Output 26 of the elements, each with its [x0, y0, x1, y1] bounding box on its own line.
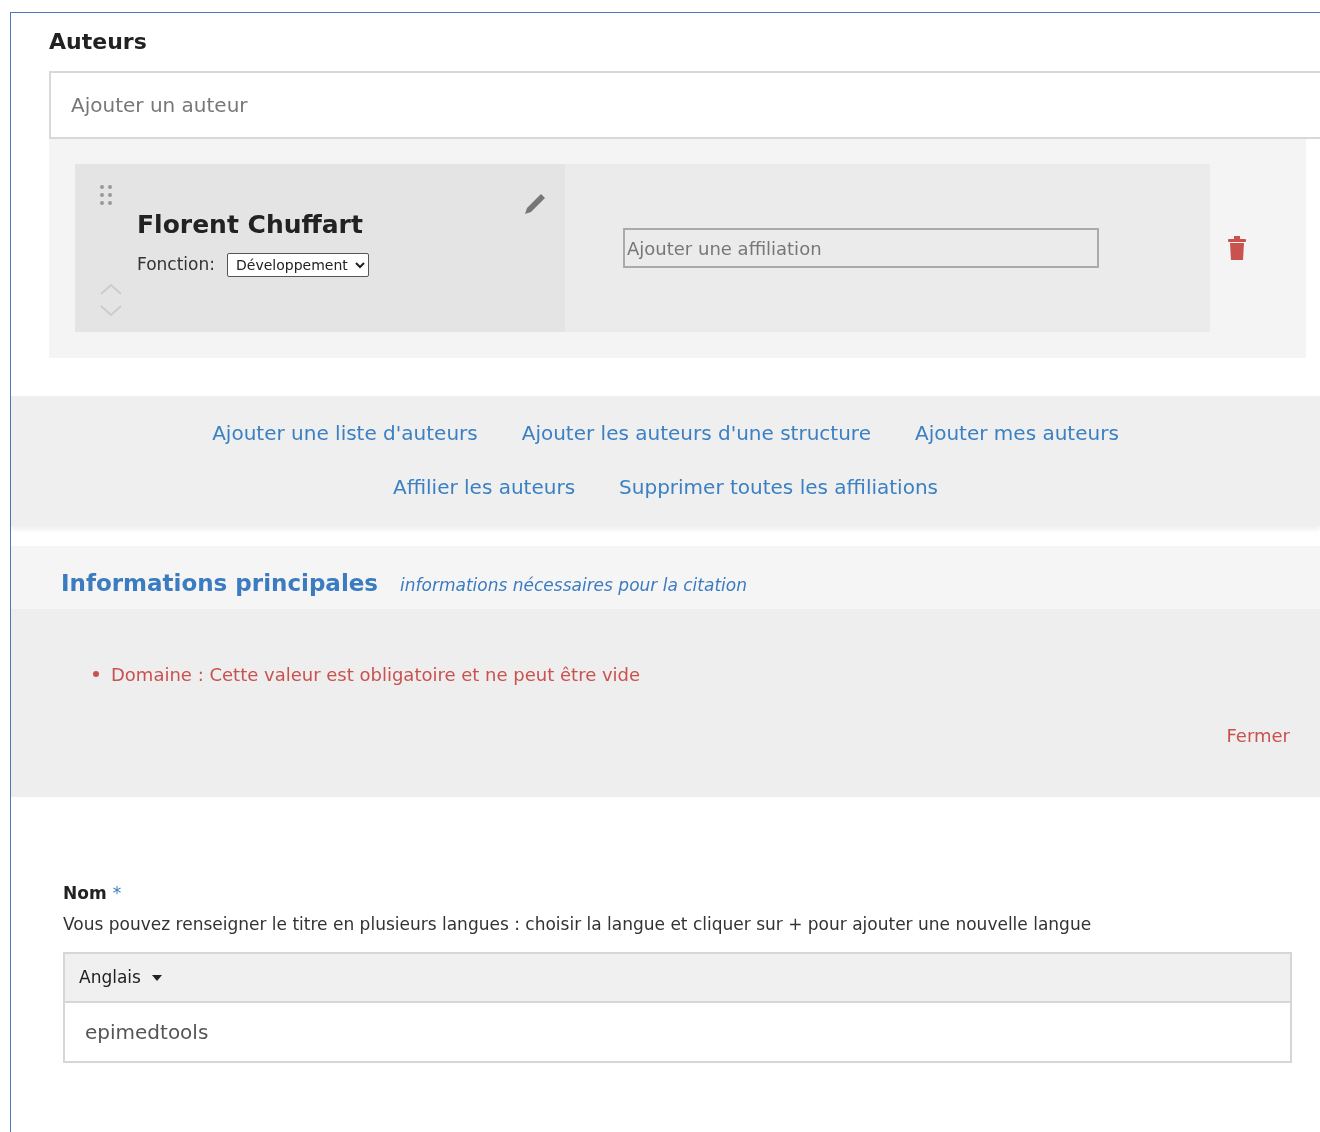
error-message: Domaine : Cette valeur est obligatoire et ne peut être vide	[111, 662, 641, 687]
author-action-link[interactable]: Supprimer toutes les affiliations	[619, 472, 938, 503]
trash-icon[interactable]	[1228, 236, 1246, 261]
name-input-field[interactable]: epimedtools	[63, 1003, 1292, 1064]
move-down-icon[interactable]	[99, 304, 123, 319]
field-label: Nom	[63, 882, 107, 903]
section-subtitle: informations nécessaires pour la citation	[400, 574, 747, 598]
close-link[interactable]: Fermer	[1226, 721, 1290, 749]
move-up-icon[interactable]	[99, 282, 123, 297]
author-name: Florent Chuffart	[137, 209, 364, 242]
author-action-link[interactable]: Ajouter mes auteurs	[914, 418, 1119, 449]
author-action-link[interactable]: Ajouter une liste d'auteurs	[212, 418, 478, 449]
section-title: Auteurs	[48, 28, 148, 56]
bullet-icon	[93, 671, 99, 678]
caret-icon	[152, 974, 163, 981]
language-dropdown[interactable]: Anglais	[63, 951, 1292, 1004]
drag-handle-icon[interactable]	[99, 184, 113, 207]
author-action-link[interactable]: Affilier les auteurs	[393, 472, 576, 503]
function-label: Fonction:	[137, 252, 215, 276]
required-mark: *	[112, 882, 122, 903]
author-action-link[interactable]: Ajouter les auteurs d'une structure	[521, 418, 871, 449]
function-select[interactable]: Développement	[227, 252, 369, 277]
author-search-field[interactable]: Ajouter un auteur	[49, 71, 1320, 140]
help-text: Vous pouvez renseigner le titre en plusieurs langues : choisir la langue et cliquer sur + pour ajouter une nouvelle langue	[63, 913, 1093, 937]
affiliation-field[interactable]: Ajouter une affiliation	[623, 228, 1099, 269]
section-title: Informations principales	[61, 570, 379, 598]
